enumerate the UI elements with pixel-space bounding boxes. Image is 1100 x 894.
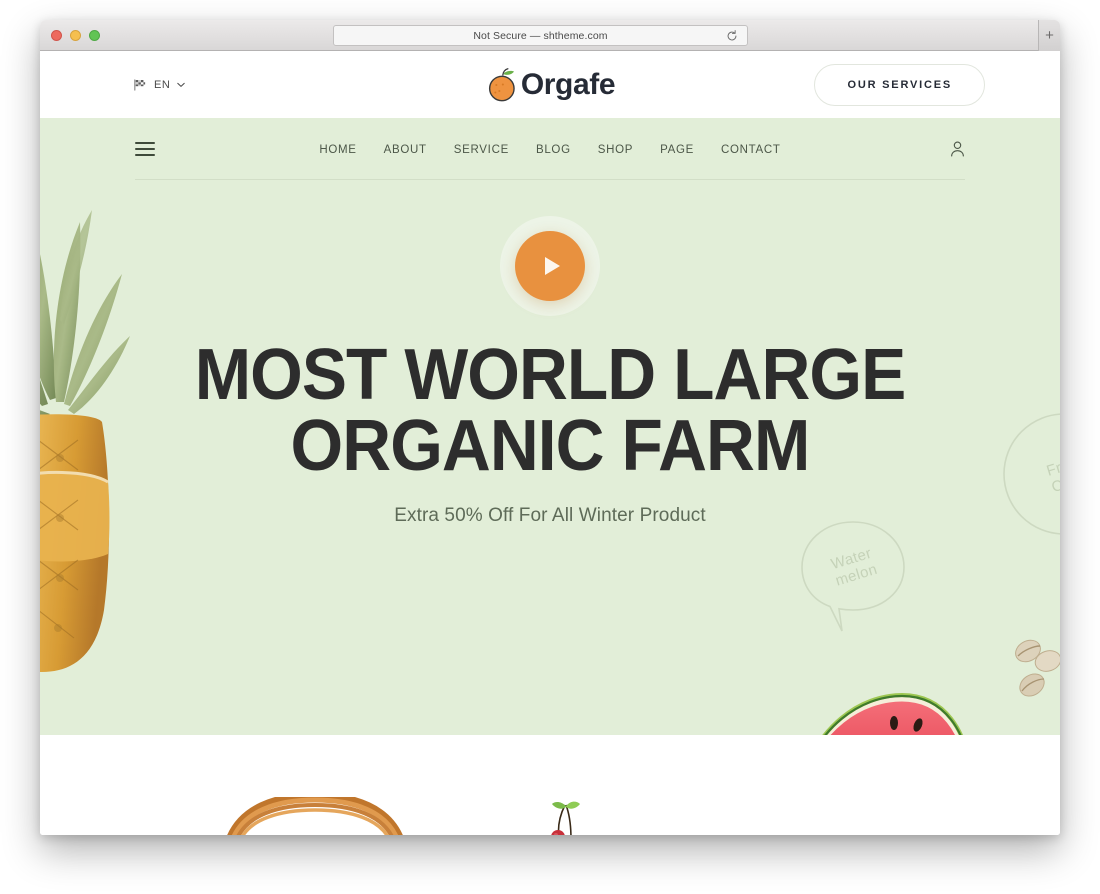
minimize-window-button[interactable] (70, 30, 81, 41)
flag-icon (134, 78, 146, 91)
play-icon (545, 257, 560, 275)
address-bar[interactable]: Not Secure — shtheme.com (333, 25, 748, 46)
cherry-decoration (551, 801, 580, 835)
hero-play-wrapper (500, 216, 600, 316)
nav-item-home[interactable]: HOME (319, 140, 356, 158)
new-tab-button[interactable]: + (1038, 20, 1060, 51)
nav-link-contact[interactable]: CONTACT (721, 144, 781, 156)
nav-item-blog[interactable]: BLOG (536, 140, 571, 158)
user-account-icon[interactable] (950, 140, 965, 157)
speech-bubble-shape (801, 521, 905, 632)
pistachio-decoration (1015, 639, 1060, 697)
hero-content: MOST WORLD LARGE ORGANIC FARM Extra 50% … (40, 180, 1060, 527)
chevron-down-icon (177, 82, 186, 87)
basket-handle-decoration (227, 797, 403, 835)
reload-icon[interactable] (725, 29, 739, 43)
below-hero-section (40, 735, 1060, 835)
main-navigation: HOME ABOUT SERVICE BLOG SHOP PAGE CONTAC… (135, 118, 965, 180)
nav-item-service[interactable]: SERVICE (454, 140, 509, 158)
brand-logo[interactable]: Orgafe (485, 66, 616, 104)
orange-fruit-icon (488, 67, 515, 101)
nav-link-home[interactable]: HOME (319, 144, 356, 156)
close-window-button[interactable] (51, 30, 62, 41)
hero-title: MOST WORLD LARGE ORGANIC FARM (71, 339, 1030, 487)
watermelon-bubble-text: Water melon (829, 544, 880, 590)
window-controls (51, 30, 100, 41)
nav-link-blog[interactable]: BLOG (536, 144, 571, 156)
play-video-button[interactable] (515, 231, 585, 301)
hero-section: HOME ABOUT SERVICE BLOG SHOP PAGE CONTAC… (40, 118, 1060, 735)
page-viewport: EN Orgafe OUR SERVICES HOME ABOUT SERVIC… (40, 51, 1060, 835)
browser-window: Not Secure — shtheme.com + EN Orgafe OUR… (40, 20, 1060, 835)
language-label: EN (154, 78, 171, 91)
site-header: EN Orgafe OUR SERVICES (40, 51, 1060, 118)
watermelon-bubble: Water melon (792, 516, 914, 638)
watermelon-decoration (822, 693, 963, 735)
browser-titlebar: Not Secure — shtheme.com + (40, 20, 1060, 51)
nav-links: HOME ABOUT SERVICE BLOG SHOP PAGE CONTAC… (319, 140, 780, 158)
hamburger-menu-icon[interactable] (135, 141, 155, 156)
nav-link-about[interactable]: ABOUT (384, 144, 427, 156)
nav-link-shop[interactable]: SHOP (598, 144, 633, 156)
language-switcher[interactable]: EN (133, 78, 186, 91)
hero-title-line-2: ORGANIC FARM (290, 406, 811, 487)
maximize-window-button[interactable] (89, 30, 100, 41)
nav-link-service[interactable]: SERVICE (454, 144, 509, 156)
nav-item-page[interactable]: PAGE (660, 140, 694, 158)
nav-item-about[interactable]: ABOUT (384, 140, 427, 158)
nav-item-shop[interactable]: SHOP (598, 140, 633, 158)
nav-link-page[interactable]: PAGE (660, 144, 694, 156)
nav-item-contact[interactable]: CONTACT (721, 140, 781, 158)
hero-title-line-1: MOST WORLD LARGE (194, 335, 907, 415)
hero-subtitle: Extra 50% Off For All Winter Product (394, 504, 706, 526)
our-services-button[interactable]: OUR SERVICES (814, 63, 985, 106)
address-bar-text: Not Secure — shtheme.com (473, 29, 608, 42)
brand-name: Orgafe (520, 67, 616, 101)
